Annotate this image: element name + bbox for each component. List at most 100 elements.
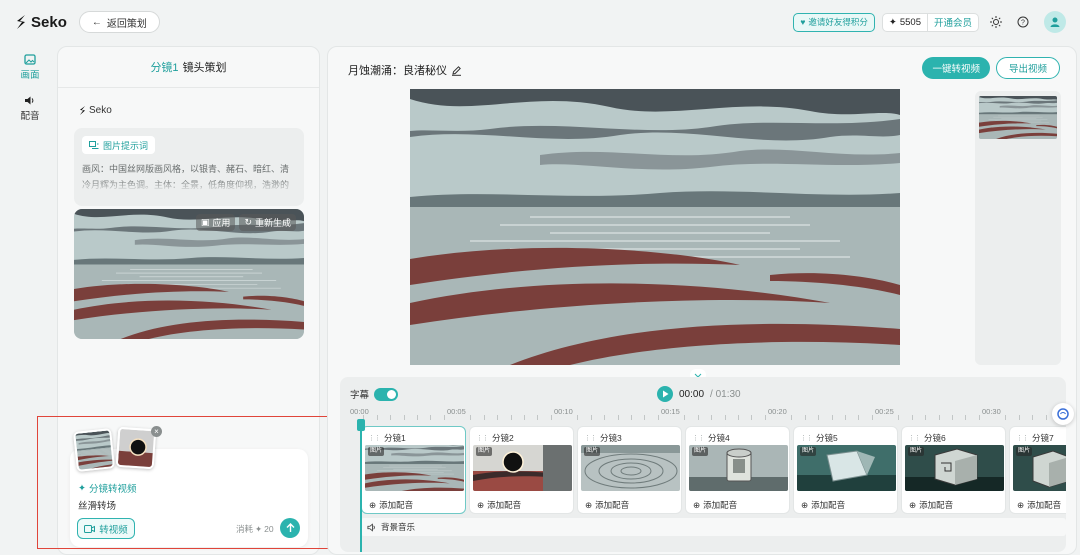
add-dubbing-button[interactable]: ⊕ 添加配音 (369, 499, 413, 511)
floating-assistant-button[interactable] (1052, 403, 1074, 425)
add-dubbing-button[interactable]: ⊕ 添加配音 (801, 499, 845, 511)
help-button[interactable]: ? (1013, 12, 1033, 32)
shot-name: 分镜1 (384, 433, 406, 443)
main-preview-image[interactable] (410, 89, 900, 365)
top-bar: Seko ← 返回策划 ♥ 邀请好友得积分 ✦ 5505 开通会员 ? (0, 0, 1080, 44)
ruler-tick (1032, 415, 1034, 420)
one-click-video-button[interactable]: 一键转视频 (922, 57, 990, 79)
ruler-tick (537, 415, 539, 420)
add-dubbing-button[interactable]: ⊕ 添加配音 (477, 499, 521, 511)
drag-handle-icon[interactable]: ⋮⋮ (368, 434, 381, 442)
assistant-brand-text: Seko (89, 105, 112, 116)
shot-card-6[interactable]: ⋮⋮ 分镜6 图片 ⊕ 添加配音 (901, 426, 1006, 514)
refresh-icon: ↻ (244, 217, 252, 227)
speaker-icon (367, 522, 375, 532)
shot-name: 分镜6 (924, 433, 946, 443)
prompt-text: 画风：中国丝网版画风格，以银青、赭石、暗红、清冷月辉为主色调。主体：全景，低角度… (82, 164, 290, 190)
ruler-tick (617, 415, 619, 420)
shot-thumbnail[interactable]: 图片 (365, 445, 464, 491)
ruler-tick (858, 415, 860, 420)
add-dubbing-button[interactable]: ⊕ 添加配音 (1017, 499, 1061, 511)
timeline-ruler[interactable]: 00:00 00:05 00:10 00:15 00:20 00:25 00:30 (350, 407, 1066, 421)
plus-circle-icon: ⊕ (477, 499, 485, 510)
ruler-tick (764, 415, 766, 420)
export-video-button[interactable]: 导出视频 (995, 57, 1060, 79)
add-dubbing-button[interactable]: ⊕ 添加配音 (585, 499, 629, 511)
shot-thumbnail[interactable]: 图片 (473, 445, 572, 491)
apply-image-button[interactable]: ▣ 应用 (195, 214, 236, 231)
speaker-icon (25, 96, 34, 105)
shot-thumbnail[interactable]: 图片 (689, 445, 788, 491)
tick-label: 00:15 (661, 407, 680, 416)
shot-card-4[interactable]: ⋮⋮ 分镜4 图片 ⊕ 添加配音 (685, 426, 790, 514)
ruler-tick (818, 415, 820, 420)
app-logo[interactable]: Seko (14, 14, 67, 31)
ruler-tick (965, 415, 967, 420)
shot-card-label: ⋮⋮ 分镜1 (368, 432, 406, 444)
shot-thumbnail[interactable]: 图片 (1013, 445, 1066, 491)
ruler-tick (831, 415, 833, 420)
add-dubbing-button[interactable]: ⊕ 添加配音 (909, 499, 953, 511)
prompt-icon (89, 140, 99, 149)
shot-card-1[interactable]: ⋮⋮ 分镜1 图片 ⊕ 添加配音 (361, 426, 466, 514)
drag-handle-icon[interactable]: ⋮⋮ (908, 434, 921, 442)
shot-thumbnail[interactable]: 图片 (905, 445, 1004, 491)
shot-card-label: ⋮⋮ 分镜3 (584, 432, 622, 444)
shot-card-7[interactable]: ⋮⋮ 分镜7 图片 ⊕ 添加配音 (1009, 426, 1066, 514)
drag-handle-icon[interactable]: ⋮⋮ (692, 434, 705, 442)
play-button[interactable] (657, 386, 673, 402)
subtitle-label: 字幕 (350, 390, 370, 401)
add-dubbing-button[interactable]: ⊕ 添加配音 (693, 499, 737, 511)
shot-name: 分镜5 (816, 433, 838, 443)
theme-toggle-button[interactable] (986, 12, 1006, 32)
preview-thumbnail[interactable] (979, 96, 1057, 139)
plus-circle-icon: ⊕ (693, 499, 701, 510)
shot-thumbnail[interactable]: 图片 (797, 445, 896, 491)
current-shot-label: 分镜1 (150, 62, 179, 74)
drag-handle-icon[interactable]: ⋮⋮ (1016, 434, 1029, 442)
tick-label: 00:20 (768, 407, 787, 416)
ruler-tick (577, 415, 579, 420)
shot-card-2[interactable]: ⋮⋮ 分镜2 图片 ⊕ 添加配音 (469, 426, 574, 514)
user-avatar[interactable] (1044, 11, 1066, 33)
plus-circle-icon: ⊕ (369, 499, 377, 510)
shot-card-3[interactable]: ⋮⋮ 分镜3 图片 ⊕ 添加配音 (577, 426, 682, 514)
background-music-track[interactable]: 背景音乐 (361, 518, 1066, 536)
open-vip-button[interactable]: 开通会员 (928, 15, 978, 29)
subtitle-toggle[interactable] (374, 387, 399, 401)
shot-card-label: ⋮⋮ 分镜7 (1016, 432, 1054, 444)
tick-label: 00:00 (350, 407, 369, 416)
image-icon (24, 54, 36, 65)
gift-icon: ♥ (800, 17, 806, 27)
ruler-tick (898, 415, 900, 420)
rail-item-image[interactable]: 画面 (10, 54, 50, 81)
shot-name: 分镜7 (1032, 433, 1054, 443)
drag-handle-icon[interactable]: ⋮⋮ (476, 434, 489, 442)
regenerate-button[interactable]: ↻ 重新生成 (239, 214, 296, 231)
ruler-tick (737, 415, 739, 420)
points-balance[interactable]: ✦ 5505 (883, 13, 928, 31)
play-icon (662, 390, 668, 398)
main-editor-panel: 月蚀潮涌：良渚秘仪 一键转视频 导出视频 字幕 00:00 / 01:30 00… (327, 46, 1077, 555)
tick-label: 00:10 (554, 407, 573, 416)
ruler-tick (483, 415, 485, 420)
edit-icon[interactable] (451, 65, 462, 76)
drag-handle-icon[interactable]: ⋮⋮ (584, 434, 597, 442)
back-to-planning-button[interactable]: ← 返回策划 (78, 11, 160, 33)
invite-friends-button[interactable]: ♥ 邀请好友得积分 (793, 12, 875, 32)
drag-handle-icon[interactable]: ⋮⋮ (800, 434, 813, 442)
add-dubbing-label: 添加配音 (1027, 500, 1062, 510)
playhead[interactable] (357, 419, 365, 552)
shot-card-5[interactable]: ⋮⋮ 分镜5 图片 ⊕ 添加配音 (793, 426, 898, 514)
rail-item-dubbing[interactable]: 配音 (10, 95, 50, 122)
current-time: 00:00 (679, 388, 705, 400)
project-title: 月蚀潮涌：良渚秘仪 (348, 62, 462, 78)
image-prompt-tag[interactable]: 图片提示词 (82, 136, 156, 154)
back-label: 返回策划 (106, 18, 147, 30)
panel-title: 镜头策划 (182, 62, 227, 74)
assistant-brand: Seko (78, 105, 112, 116)
generated-image[interactable]: ▣ 应用 ↻ 重新生成 (74, 209, 304, 339)
shot-thumbnail[interactable]: 图片 (581, 445, 680, 491)
add-dubbing-label: 添加配音 (595, 500, 630, 510)
help-icon: ? (1017, 16, 1029, 28)
